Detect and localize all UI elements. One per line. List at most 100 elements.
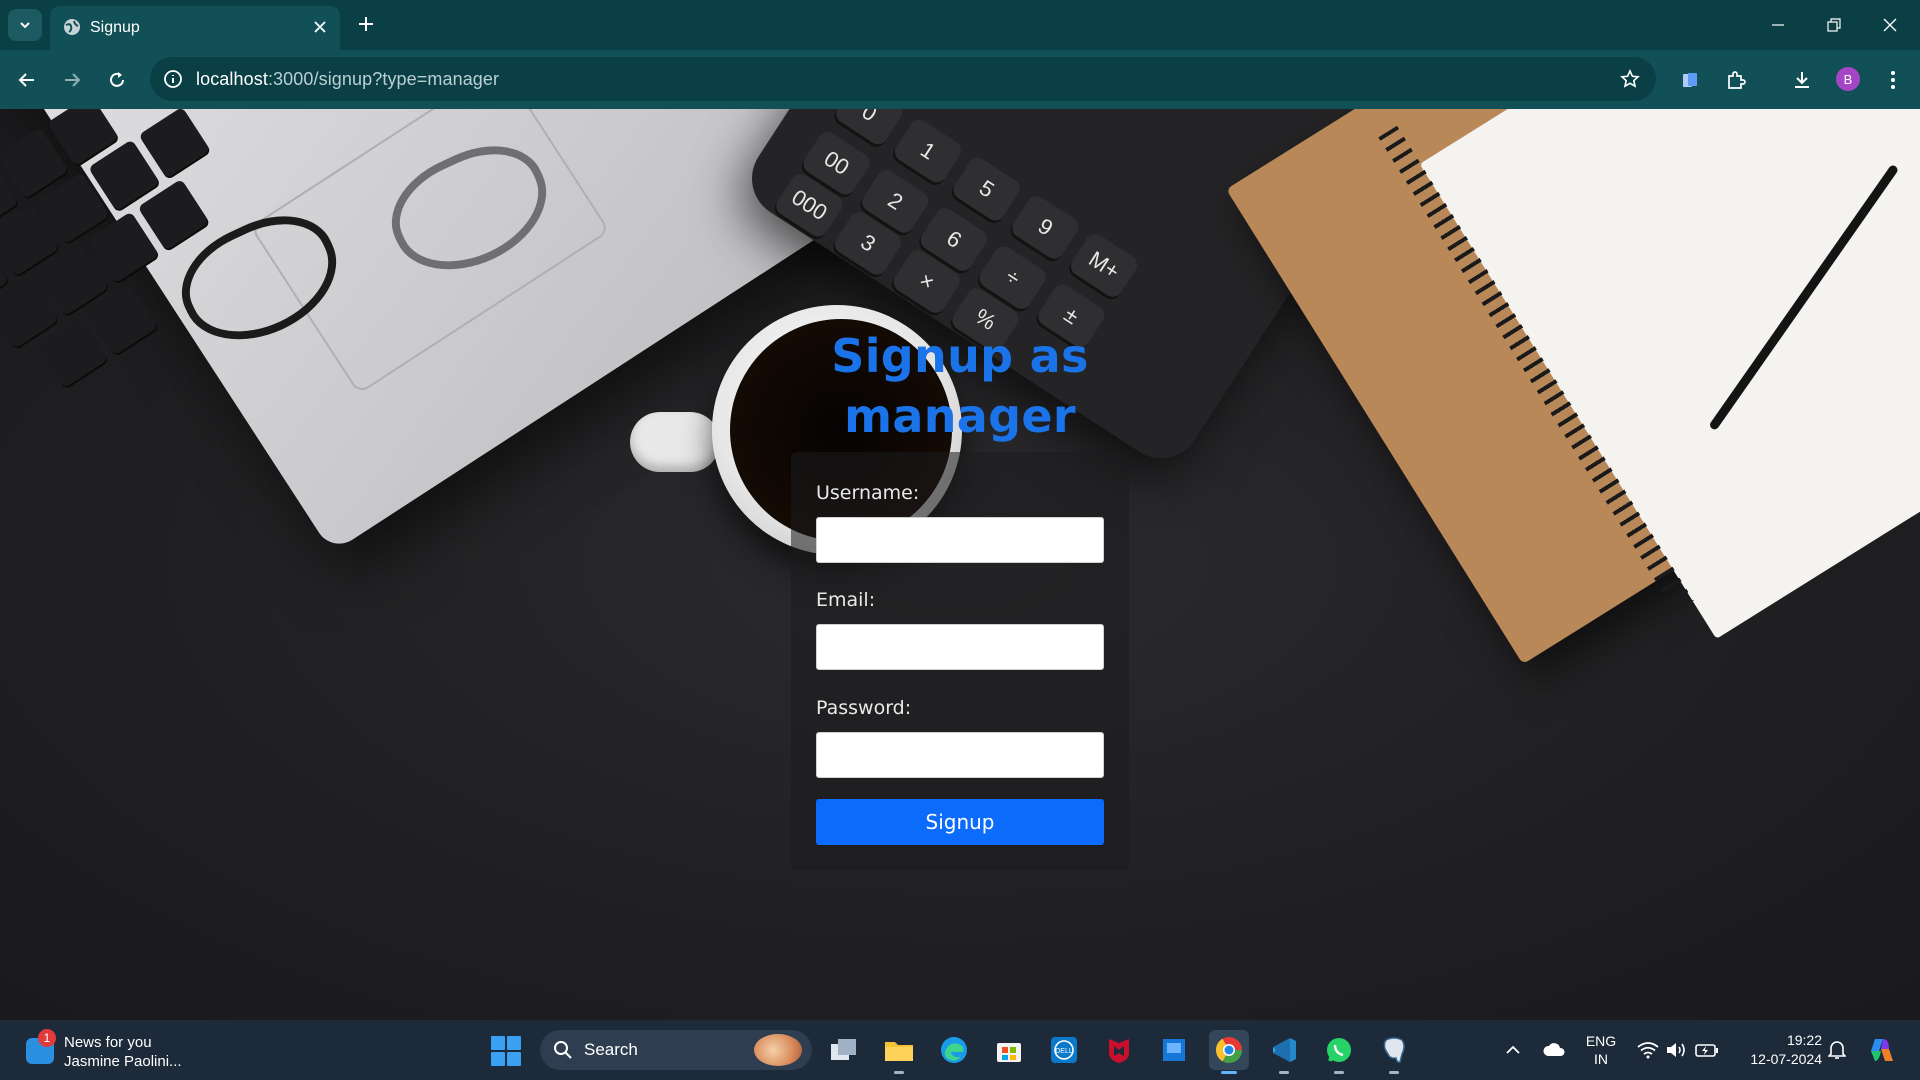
site-info-icon[interactable] [160,66,186,92]
edge-button[interactable] [934,1030,974,1070]
battery-button[interactable] [1692,1020,1722,1080]
close-window-button[interactable] [1862,0,1918,50]
tab-close-button[interactable] [308,15,332,39]
microsoft-store-button[interactable] [989,1030,1029,1070]
start-button[interactable] [491,1036,521,1066]
taskbar: 1 News for you Jasmine Paolini... Search… [0,1020,1920,1080]
whatsapp-button[interactable] [1319,1030,1359,1074]
clock-time: 19:22 [1786,1032,1822,1048]
language-code: ENG [1585,1033,1617,1049]
dell-button[interactable]: DELL [1044,1030,1084,1070]
onedrive-button[interactable] [1538,1020,1570,1080]
running-indicator [1334,1071,1344,1074]
menu-kebab-icon[interactable] [1875,62,1911,98]
postgresql-button[interactable] [1374,1030,1414,1074]
news-widget[interactable]: 1 News for you Jasmine Paolini... [22,1028,242,1072]
news-title: News for you [64,1034,152,1051]
tab-signup[interactable]: Signup [50,6,340,50]
battery-charging-icon [1695,1044,1718,1057]
plus-icon [359,17,373,31]
task-view-icon [831,1039,856,1060]
url-path: :3000/signup?type=manager [267,69,500,89]
search-icon [552,1039,574,1061]
tab-title: Signup [90,19,140,36]
wifi-button[interactable] [1634,1020,1662,1080]
downloads-icon[interactable] [1784,62,1820,98]
arrow-left-icon [18,73,34,87]
clock-date: 12-07-2024 [1750,1051,1822,1067]
restore-button[interactable] [1806,0,1862,50]
app-button[interactable] [1154,1030,1194,1070]
language-indicator[interactable]: ENG IN [1584,1032,1618,1068]
new-tab-button[interactable] [351,9,381,39]
vscode-icon [1273,1038,1296,1062]
browser-toolbar: localhost:3000/signup?type=manager [0,50,1920,109]
taskbar-search[interactable]: Search [540,1030,812,1070]
task-view-button[interactable] [824,1030,864,1070]
running-indicator [1279,1071,1289,1074]
chevron-down-icon [20,22,30,29]
close-icon [1883,18,1897,32]
chevron-up-icon [1506,1045,1520,1054]
chrome-icon [1215,1037,1243,1064]
url-host: localhost [196,69,268,89]
address-bar[interactable]: localhost:3000/signup?type=manager [150,57,1656,101]
username-label: Username: [816,482,920,504]
minimize-icon [1772,24,1784,26]
copilot-button[interactable] [1862,1020,1902,1080]
news-badge: 1 [38,1029,56,1047]
email-input[interactable] [816,624,1104,670]
browser-tab-bar: Signup [0,0,1920,50]
copilot-icon [1871,1039,1893,1061]
svg-text:DELL: DELL [1055,1048,1073,1055]
mcafee-icon [1109,1039,1129,1063]
globe-icon [64,19,80,35]
file-explorer-icon [885,1042,913,1061]
minimize-button[interactable] [1750,0,1806,50]
volume-button[interactable] [1662,1020,1690,1080]
reload-icon [110,72,124,87]
speaker-icon [1667,1043,1685,1057]
show-hidden-icons-button[interactable] [1500,1020,1526,1080]
password-input[interactable] [816,732,1104,778]
tab-search-button[interactable] [8,9,42,41]
password-label: Password: [816,697,912,719]
username-input[interactable] [816,517,1104,563]
whatsapp-icon [1327,1038,1351,1062]
arrow-right-icon [65,73,81,87]
reading-list-icon[interactable] [1672,62,1708,98]
wifi-icon [1637,1042,1659,1059]
bookmark-star-icon[interactable] [1618,67,1642,91]
active-indicator [1221,1071,1237,1074]
url-text: localhost:3000/signup?type=manager [196,69,499,90]
search-placeholder: Search [584,1040,638,1059]
signup-button[interactable]: Signup [816,799,1104,845]
restore-icon [1827,18,1841,32]
close-icon [314,21,326,33]
language-region: IN [1594,1051,1608,1067]
vscode-button[interactable] [1264,1030,1304,1074]
forward-button[interactable] [54,62,90,98]
mcafee-button[interactable] [1099,1030,1139,1070]
postgresql-icon [1383,1037,1405,1063]
app-icon [1163,1039,1185,1061]
profile-avatar[interactable]: B [1836,67,1860,91]
microsoft-store-icon [997,1043,1021,1062]
extensions-icon[interactable] [1718,62,1754,98]
dell-icon: DELL [1051,1037,1077,1063]
bell-icon [1828,1041,1846,1059]
cloud-icon [1543,1043,1565,1056]
chrome-button[interactable] [1209,1030,1249,1074]
email-label: Email: [816,589,876,611]
file-explorer-button[interactable] [879,1030,919,1074]
notifications-button[interactable] [1822,1020,1852,1080]
search-highlight-image [754,1034,802,1066]
back-button[interactable] [9,62,45,98]
clock[interactable]: 19:22 12-07-2024 [1730,1031,1822,1069]
page-title: Signup as manager [831,329,1089,443]
mug-handle-image [630,412,720,472]
windows-logo-icon [491,1036,505,1050]
reload-button[interactable] [99,62,135,98]
news-subtitle: Jasmine Paolini... [64,1053,182,1070]
running-indicator [894,1071,904,1074]
